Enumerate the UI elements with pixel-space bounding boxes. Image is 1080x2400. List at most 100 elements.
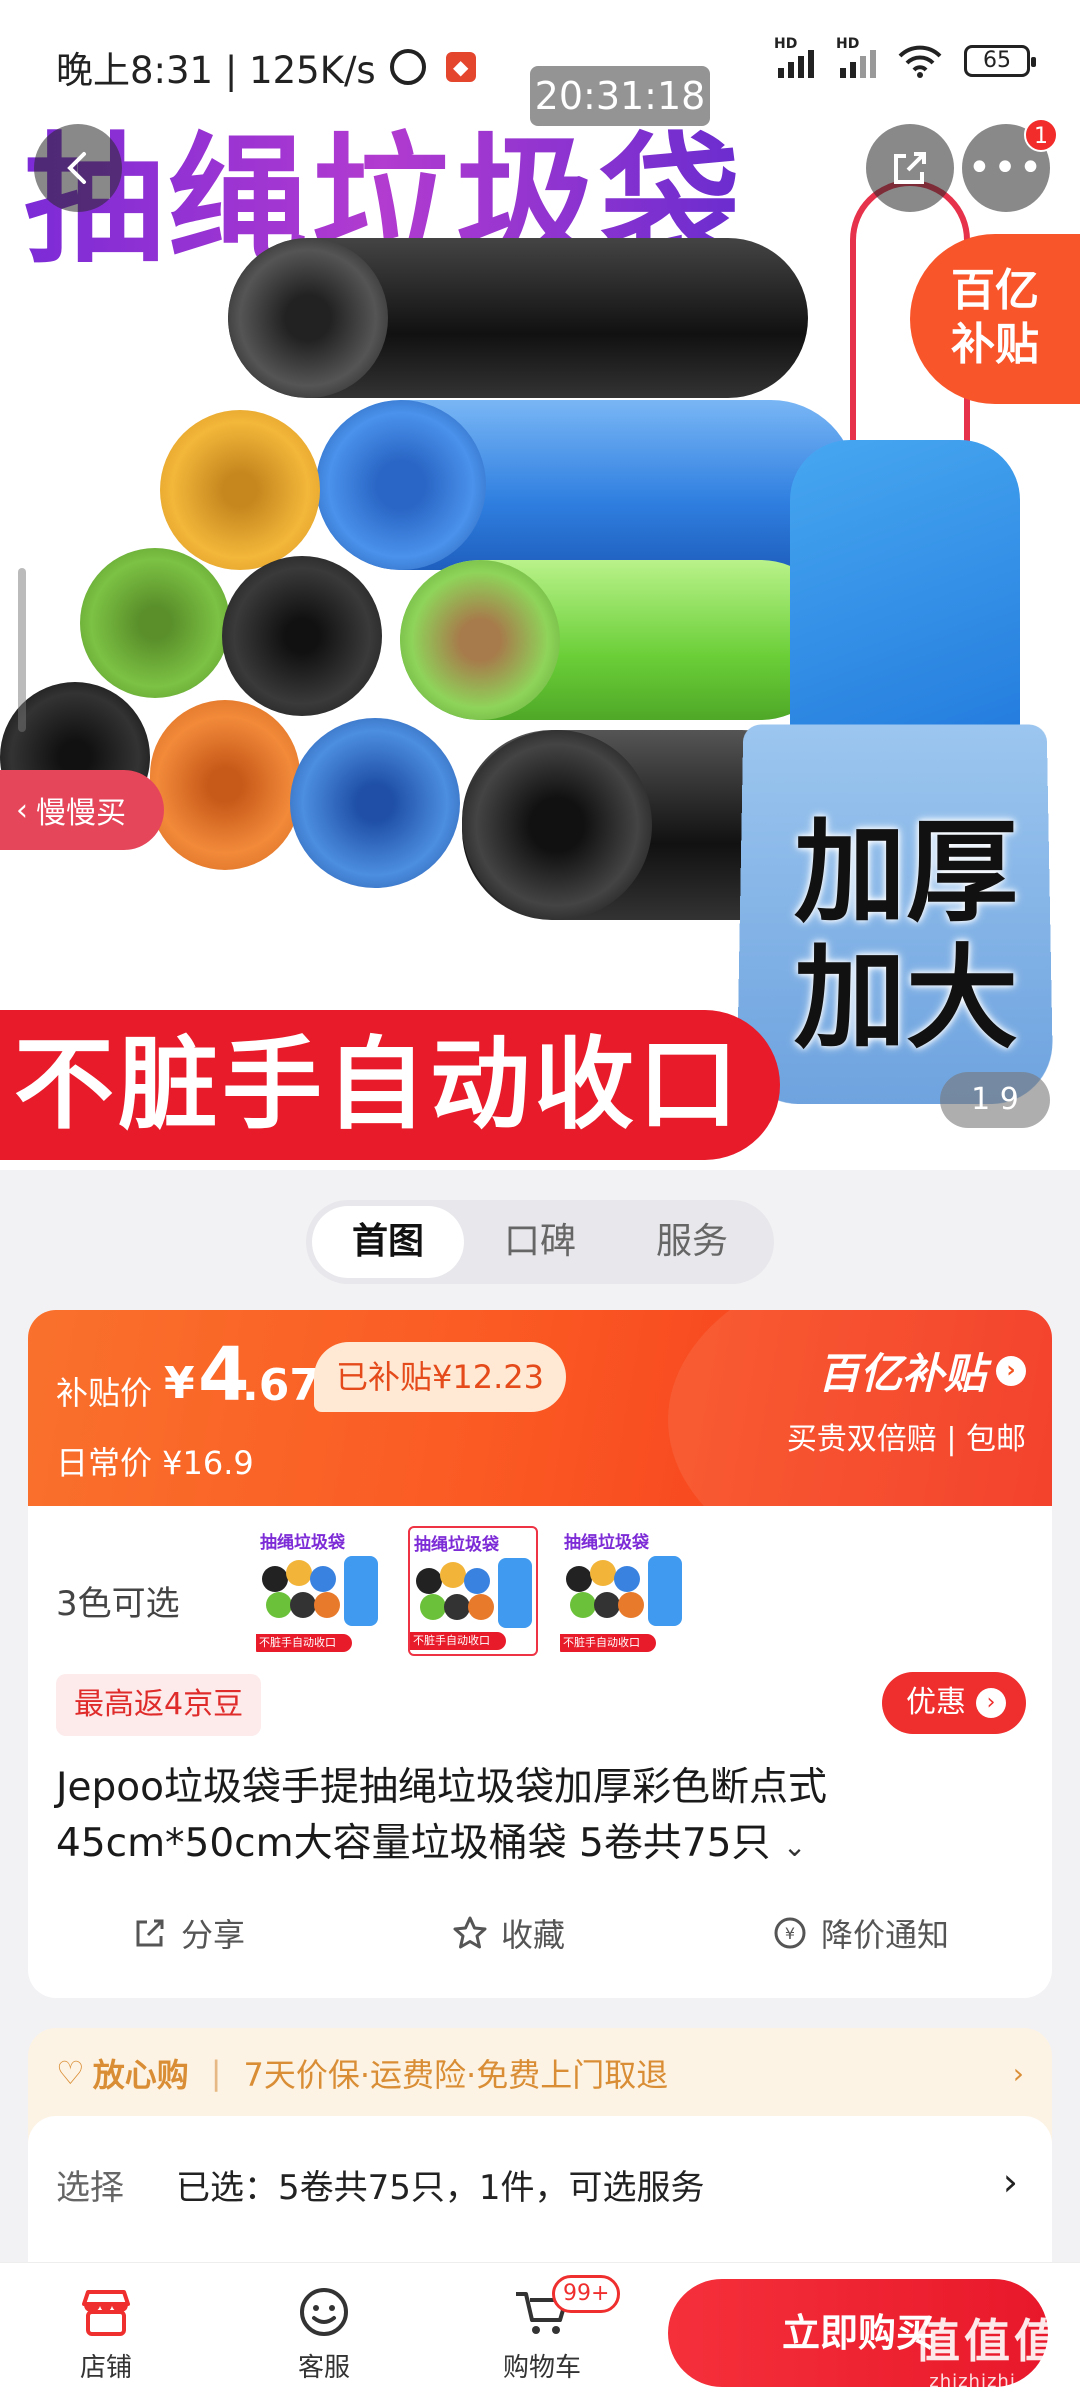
- alarm-icon: [389, 49, 426, 85]
- back-arrow-icon: [67, 152, 86, 184]
- watermark: 值值值 zhizhizhi.com: [914, 2305, 1064, 2392]
- subsidy-logo[interactable]: 百亿补贴 ›: [818, 1340, 1026, 1401]
- variant-thumb-3[interactable]: 抽绳垃圾袋 不脏手自动收口: [560, 1526, 690, 1656]
- saved-amount-badge: 已补贴¥12.23: [314, 1342, 566, 1412]
- thumb-title: 抽绳垃圾袋: [260, 1533, 345, 1553]
- wifi-icon: [898, 44, 942, 78]
- discount-button[interactable]: 优惠 ›: [882, 1672, 1026, 1734]
- image-tabs: 首图 口碑 服务: [306, 1200, 774, 1284]
- variant-thumb-1[interactable]: 抽绳垃圾袋 不脏手自动收口: [256, 1526, 386, 1656]
- thumb-banner: 不脏手自动收口: [256, 1634, 352, 1652]
- share-icon: [131, 1914, 169, 1952]
- roll-green-left: [80, 548, 230, 698]
- roll-blue-low: [290, 718, 460, 888]
- signal-hd-label-2: HD: [836, 36, 860, 52]
- back-button[interactable]: [34, 124, 122, 212]
- roll-blue-mid: [316, 400, 856, 570]
- chevron-right-icon: ›: [1012, 2056, 1024, 2090]
- subsidy-price-label: 补贴价: [56, 1374, 153, 1412]
- action-row: 分享 收藏 ¥ 降价通知: [28, 1898, 1052, 1968]
- image-counter: 1 9: [940, 1072, 1050, 1128]
- tab-service[interactable]: 服务: [616, 1206, 768, 1278]
- subsidy-logo-text: 百亿补贴: [817, 1349, 986, 1398]
- signal-hd-label: HD: [774, 36, 798, 52]
- price-currency: ¥: [164, 1358, 195, 1409]
- thumb-banner: 不脏手自动收口: [560, 1634, 656, 1652]
- assurance-text: 7天价保·运费险·免费上门取退: [243, 2056, 669, 2094]
- thumb-title: 抽绳垃圾袋: [414, 1535, 499, 1555]
- chevron-left-icon: ‹: [16, 792, 28, 828]
- watermark-sub: zhizhizhi.com: [929, 2371, 1064, 2392]
- chevron-right-icon: ›: [976, 1688, 1006, 1718]
- heart-icon: ♡: [56, 2054, 85, 2092]
- notification-badge: 1: [1024, 118, 1058, 152]
- subsidy-guarantee: 买贵双倍赔 | 包邮: [786, 1422, 1026, 1457]
- selection-value: 已选：5卷共75只，1件，可选服务: [176, 2168, 705, 2208]
- thumb-banner: 不脏手自动收口: [410, 1632, 506, 1650]
- store-icon: [46, 2277, 166, 2347]
- price-band: 补贴价 ¥ 4 .67 已补贴¥12.23 日常价 ¥16.9 百亿补贴 › 买…: [28, 1310, 1052, 1590]
- cart-button[interactable]: 99+ 购物车: [482, 2275, 621, 2384]
- product-card: 补贴价 ¥ 4 .67 已补贴¥12.23 日常价 ¥16.9 百亿补贴 › 买…: [28, 1310, 1052, 1998]
- assurance-brand-text: 放心购: [92, 2056, 189, 2094]
- status-left: 晚上8:31 | 125K/s ◆: [56, 40, 476, 94]
- price-alert-icon: ¥: [771, 1914, 809, 1952]
- variant-row: 3色可选 抽绳垃圾袋 不脏手自动收口 抽绳垃圾袋 不脏手自动收口 抽绳垃圾袋 不…: [56, 1516, 1036, 1686]
- side-scroll-handle[interactable]: [18, 568, 26, 732]
- discount-label: 优惠: [906, 1685, 966, 1720]
- hero-banner: 不脏手自动收口: [0, 1010, 780, 1160]
- price-decimal: .67: [242, 1360, 320, 1411]
- chevron-right-icon: ›: [996, 1355, 1026, 1386]
- cart-label: 购物车: [502, 2353, 581, 2383]
- roll-black-top: [228, 238, 808, 398]
- expand-chevron-icon[interactable]: ⌄: [783, 1830, 806, 1863]
- roll-orange: [150, 700, 300, 870]
- status-time-speed: 晚上8:31 | 125K/s: [56, 49, 376, 92]
- chevron-right-icon: ›: [1002, 2160, 1018, 2204]
- watermark-main: 值值值: [914, 2314, 1064, 2368]
- share-icon: [894, 152, 926, 184]
- variant-thumb-2-selected[interactable]: 抽绳垃圾袋 不脏手自动收口: [408, 1526, 538, 1656]
- variant-count-label: 3色可选: [56, 1584, 180, 1624]
- signal-icon-2: HD: [836, 36, 876, 78]
- customer-service-button[interactable]: 客服: [264, 2277, 384, 2384]
- subsidy-badge: 百亿 补贴: [910, 234, 1080, 404]
- status-right: HD HD 65: [774, 36, 1036, 78]
- svg-text:¥: ¥: [785, 1924, 795, 1943]
- daily-price: 日常价 ¥16.9: [56, 1444, 254, 1482]
- jd-beans-badge: 最高返4京豆: [56, 1674, 262, 1736]
- cart-count-badge: 99+: [552, 2275, 621, 2313]
- service-label: 客服: [297, 2353, 350, 2383]
- favorite-label: 收藏: [500, 1916, 565, 1954]
- tab-reviews[interactable]: 口碑: [464, 1206, 616, 1278]
- assurance-brand: ♡ 放心购: [56, 2050, 189, 2096]
- thumb-title: 抽绳垃圾袋: [564, 1533, 649, 1553]
- share-action[interactable]: 分享: [131, 1910, 245, 1956]
- hero-thick-large-text: 加厚 加大: [794, 810, 1018, 1062]
- price-alert-label: 降价通知: [820, 1916, 949, 1954]
- roll-black-mid: [222, 556, 382, 716]
- favorite-action[interactable]: 收藏: [451, 1910, 565, 1956]
- battery-icon: 65: [964, 45, 1036, 77]
- star-icon: [451, 1914, 489, 1952]
- subsidy-badge-line2: 补贴: [951, 319, 1039, 370]
- more-button[interactable]: ••• 1: [962, 118, 1058, 212]
- store-button[interactable]: 店铺: [46, 2277, 166, 2384]
- more-dots-icon: •••: [967, 145, 1045, 191]
- roll-yellow: [160, 410, 320, 570]
- price-alert-action[interactable]: ¥ 降价通知: [771, 1910, 949, 1956]
- image-counter-current: 1: [971, 1082, 991, 1117]
- service-icon: [264, 2277, 384, 2347]
- selection-row[interactable]: 选择 已选：5卷共75只，1件，可选服务 ›: [28, 2116, 1052, 2266]
- tab-main-image[interactable]: 首图: [312, 1206, 464, 1278]
- hero-text-line1: 加厚: [794, 808, 1018, 938]
- status-bar: 晚上8:31 | 125K/s ◆ 20:31:18 HD HD 65: [0, 0, 1080, 126]
- divider: |: [210, 2054, 222, 2092]
- clock-overlay: 20:31:18: [530, 66, 710, 126]
- slow-buy-button[interactable]: ‹ 慢慢买: [0, 770, 164, 850]
- store-label: 店铺: [79, 2353, 132, 2383]
- product-title[interactable]: Jepoo垃圾袋手提抽绳垃圾袋加厚彩色断点式45cm*50cm大容量垃圾桶袋 5…: [56, 1760, 1016, 1875]
- bottom-bar: 店铺 客服 99+ 购物车 立即购买 值值值 zhizhizhi.com: [0, 2262, 1080, 2400]
- share-button[interactable]: [866, 124, 954, 212]
- roll-green-long: [400, 560, 840, 720]
